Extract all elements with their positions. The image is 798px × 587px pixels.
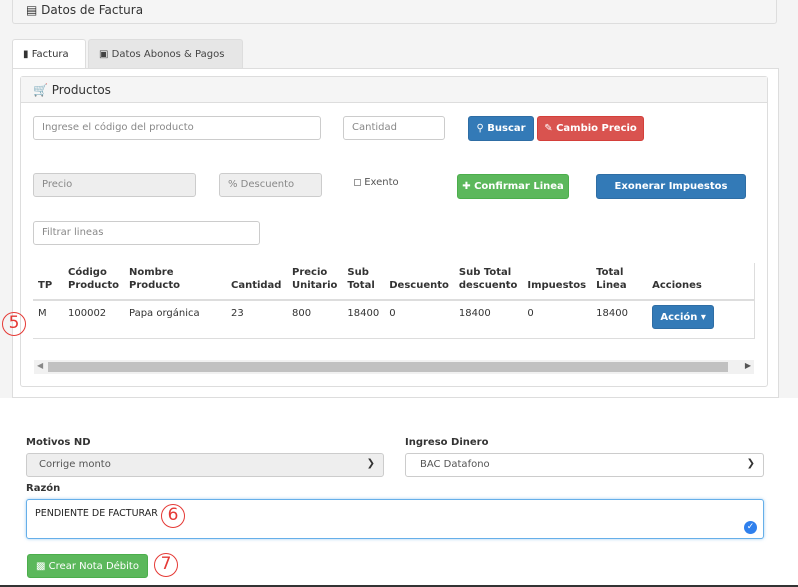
col-qty: Cantidad [225,263,287,301]
confirm-line-button[interactable]: ✚ Confirmar Linea [457,174,569,199]
action-dropdown-button[interactable]: Acción ▾ [652,305,715,329]
price-input[interactable]: Precio [33,173,196,197]
scroll-right-icon[interactable]: ▶ [745,361,751,370]
cell-total: 18400 [591,300,648,339]
cart-icon: 🛒 [33,83,48,97]
cell-name: Papa orgánica [123,300,226,339]
exempt-checkbox[interactable]: Exento [354,177,399,188]
cell-discount: 0 [384,300,454,339]
cell-subtotal: 18400 [342,300,385,339]
col-discount: Descuento [384,263,454,301]
cell-actions: Acción ▾ [647,300,755,339]
annotation-5: 5 [2,312,26,336]
col-total: Total Linea [591,263,648,301]
scroll-left-icon[interactable]: ◀ [37,361,43,370]
discount-input[interactable]: % Descuento [219,173,322,197]
filter-lines-input[interactable]: Filtrar lineas [33,221,260,245]
tab-factura[interactable]: ▮ Factura [12,39,86,69]
table-header-row: TP Código Producto Nombre Producto Canti… [33,263,755,301]
ingreso-label: Ingreso Dinero [405,437,489,448]
annotation-7: 7 [154,553,178,577]
tab-abonos-pagos[interactable]: ▣ Datos Abonos & Pagos [88,39,243,69]
chevron-down-icon: ❯ [366,458,375,469]
list-icon: ▤ [26,3,38,17]
search-icon: ⚲ [476,123,484,134]
col-actions: Acciones [647,263,755,301]
invoice-panel-title: ▤ Datos de Factura [26,3,144,17]
quantity-input[interactable]: Cantidad [343,116,445,140]
annotation-6: 6 [161,504,185,528]
checkbox-icon [354,178,361,186]
motivos-select[interactable]: Corrige monto ❯ [26,453,384,477]
change-price-button[interactable]: ✎ Cambio Precio [537,116,644,141]
scrollbar-thumb[interactable] [48,362,728,372]
exonerate-taxes-button[interactable]: Exonerar Impuestos [596,174,746,199]
money-icon: ▣ [99,49,109,60]
product-code-input[interactable]: Ingrese el código del producto [33,116,321,140]
cell-price: 800 [286,300,343,339]
table-row: M 100002 Papa orgánica 23 800 18400 0 18… [33,300,755,339]
check-badge-icon: ✓ [744,521,757,534]
save-icon: ▩ [36,561,46,572]
products-title: Productos [51,83,111,97]
products-panel-header: 🛒 Productos [21,77,767,103]
col-tp: TP [33,263,63,301]
cell-subtotal-disc: 18400 [453,300,523,339]
table-horizontal-scrollbar[interactable]: ◀ ▶ [34,360,754,374]
products-table: TP Código Producto Nombre Producto Canti… [33,263,755,339]
file-icon: ▮ [23,49,29,60]
cell-tax: 0 [522,300,592,339]
create-debit-note-button[interactable]: ▩ Crear Nota Débito [27,554,148,578]
search-button[interactable]: ⚲ Buscar [468,116,534,141]
cell-qty: 23 [225,300,287,339]
razon-textarea[interactable]: PENDIENTE DE FACTURAR ✓ [26,499,764,539]
caret-down-icon: ▾ [700,312,706,323]
motivos-label: Motivos ND [26,437,91,448]
chevron-down-icon: ❯ [746,458,755,469]
cell-tp: M [33,300,63,339]
col-subtotal: Sub Total [342,263,385,301]
col-price: Precio Unitario [286,263,343,301]
invoice-panel-header: ▤ Datos de Factura [12,0,777,24]
cell-code: 100002 [63,300,124,339]
razon-label: Razón [26,483,61,494]
col-name: Nombre Producto [123,263,226,301]
col-code: Código Producto [63,263,124,301]
edit-icon: ✎ [544,123,553,134]
ingreso-select[interactable]: BAC Datafono ❯ [405,453,764,477]
col-subtotal-disc: Sub Total descuento [453,263,523,301]
col-tax: Impuestos [522,263,592,301]
plus-icon: ✚ [462,181,471,192]
